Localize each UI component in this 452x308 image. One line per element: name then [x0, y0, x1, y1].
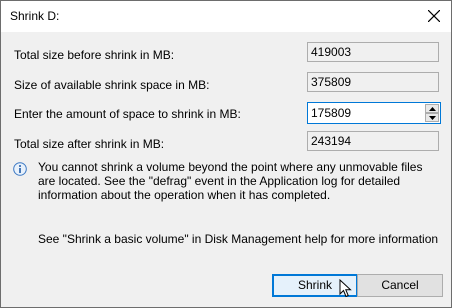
- available-space-label: Size of available shrink space in MB:: [14, 78, 210, 92]
- shrink-amount-label: Enter the amount of space to shrink in M…: [14, 107, 241, 121]
- close-button[interactable]: [417, 1, 451, 32]
- spin-up-button[interactable]: [425, 104, 439, 113]
- total-after-value: 243194: [307, 131, 439, 151]
- help-text: See "Shrink a basic volume" in Disk Mana…: [38, 232, 439, 246]
- shrink-dialog: Shrink D: Total size before shrink in MB…: [0, 0, 452, 308]
- spin-down-button[interactable]: [425, 113, 439, 122]
- total-before-label: Total size before shrink in MB:: [14, 48, 175, 62]
- cancel-button[interactable]: Cancel: [357, 274, 443, 297]
- total-before-value: 419003: [307, 42, 439, 62]
- title-bar: Shrink D:: [1, 1, 451, 32]
- shrink-amount-input[interactable]: 175809: [311, 106, 351, 120]
- close-icon: [428, 10, 440, 22]
- window-title: Shrink D:: [10, 9, 60, 23]
- total-after-label: Total size after shrink in MB:: [14, 137, 165, 151]
- arrow-down-icon: [429, 116, 436, 120]
- shrink-amount-stepper[interactable]: 175809: [307, 102, 441, 124]
- arrow-up-icon: [429, 107, 436, 111]
- info-message: You cannot shrink a volume beyond the po…: [38, 160, 423, 202]
- mouse-cursor-icon: [339, 279, 352, 298]
- spin-buttons: [425, 104, 439, 122]
- available-space-value: 375809: [307, 72, 439, 92]
- info-icon: [13, 162, 27, 176]
